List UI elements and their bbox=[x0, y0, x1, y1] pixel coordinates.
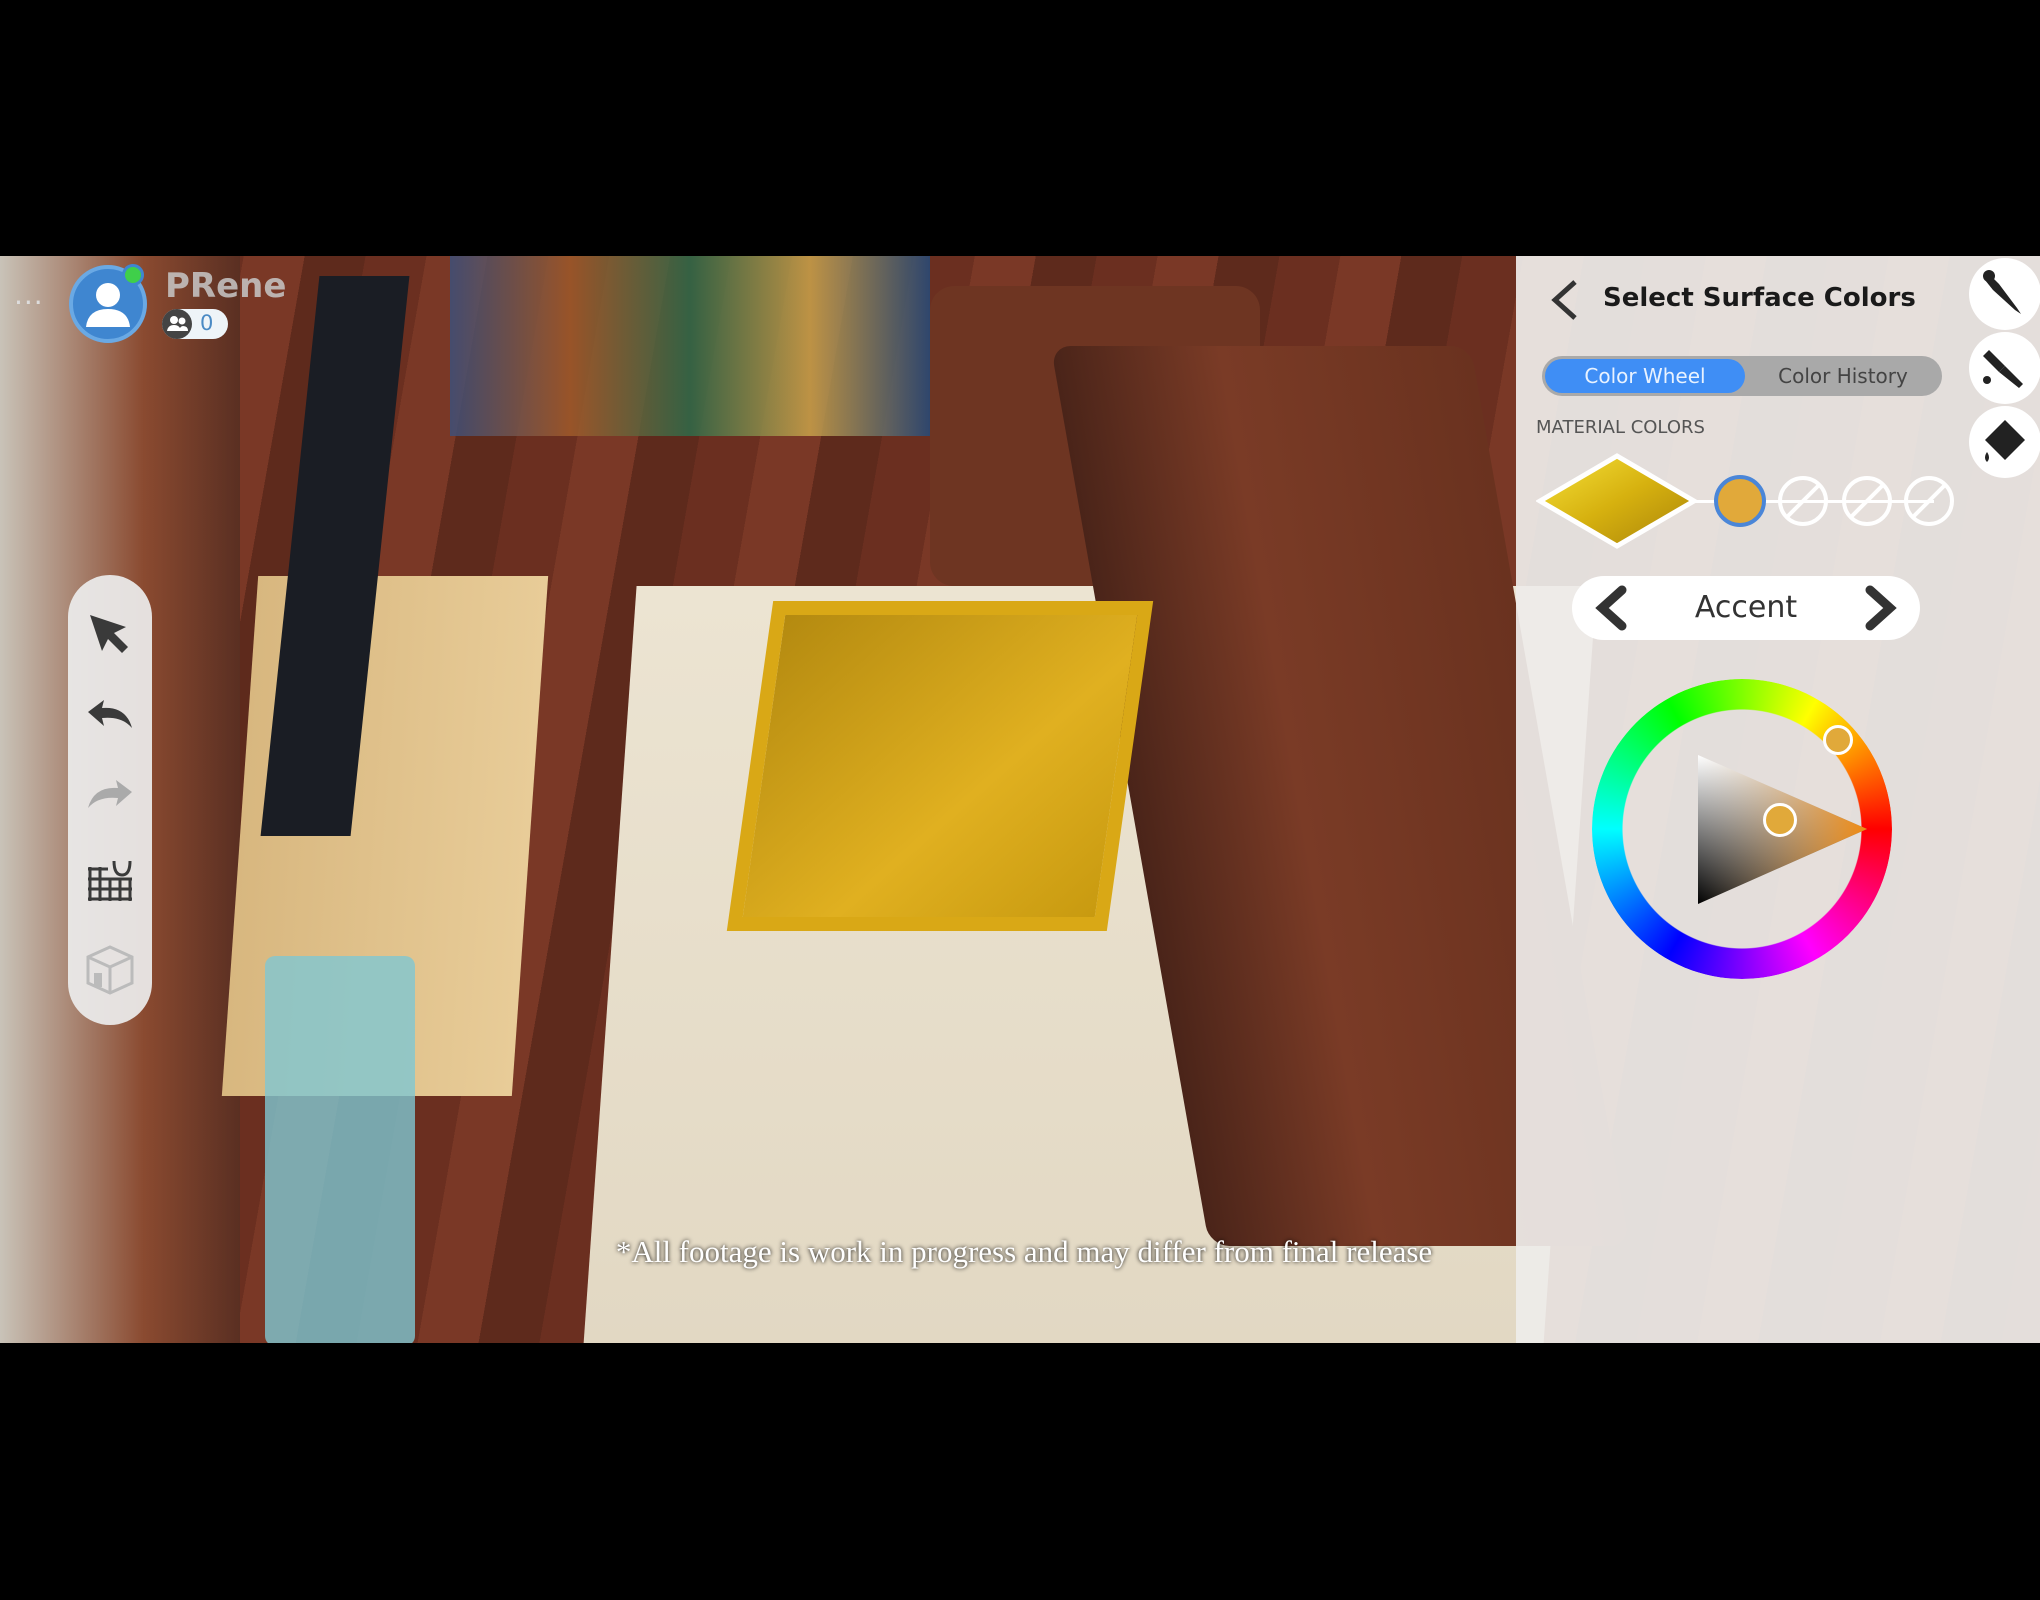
bookshelf[interactable] bbox=[450, 256, 930, 436]
friends-icon bbox=[162, 309, 192, 339]
player-name: PRene bbox=[165, 266, 287, 306]
tab-color-history[interactable]: Color History bbox=[1747, 359, 1939, 393]
empty-slot-icon[interactable] bbox=[1777, 475, 1829, 527]
hue-handle[interactable] bbox=[1823, 725, 1853, 755]
panel-title: Select Surface Colors bbox=[1603, 283, 1916, 313]
menu-button[interactable]: ... bbox=[14, 278, 44, 311]
coffee-table-selected[interactable] bbox=[726, 601, 1154, 931]
tab-color-wheel[interactable]: Color Wheel bbox=[1545, 359, 1745, 393]
empty-slot-icon[interactable] bbox=[1841, 475, 1893, 527]
back-chevron-icon[interactable] bbox=[1545, 278, 1585, 322]
paint-brush-button[interactable] bbox=[1969, 332, 2040, 404]
material-swatch[interactable] bbox=[1536, 452, 1698, 550]
material-colors-label: MATERIAL COLORS bbox=[1536, 417, 1705, 438]
grid-snap-magnet-icon[interactable] bbox=[82, 853, 138, 909]
color-mode-tabs: Color Wheel Color History bbox=[1542, 356, 1942, 396]
paint-bucket-icon bbox=[1985, 420, 2025, 462]
color-handle[interactable] bbox=[1763, 803, 1797, 837]
storage-cart[interactable] bbox=[265, 956, 415, 1343]
undo-icon[interactable] bbox=[82, 688, 138, 744]
next-chevron-icon[interactable] bbox=[1860, 584, 1900, 632]
room-cube-icon[interactable] bbox=[82, 941, 138, 997]
channel-selector: Accent bbox=[1572, 576, 1920, 640]
disclaimer-caption: *All footage is work in progress and may… bbox=[615, 1234, 1433, 1269]
select-arrow-icon[interactable] bbox=[82, 607, 138, 663]
eyedropper-button[interactable] bbox=[1969, 258, 2040, 330]
friends-badge[interactable]: 0 bbox=[162, 309, 228, 339]
build-toolbar bbox=[68, 575, 152, 1025]
eyedropper-icon bbox=[1983, 270, 2021, 314]
online-status-dot bbox=[122, 264, 144, 286]
paint-bucket-button[interactable] bbox=[1969, 406, 2040, 478]
color-slot-1-selected[interactable] bbox=[1714, 475, 1766, 527]
redo-icon[interactable] bbox=[82, 768, 138, 824]
friends-count: 0 bbox=[200, 311, 214, 335]
empty-slot-icon[interactable] bbox=[1903, 475, 1955, 527]
paint-brush-icon bbox=[1983, 350, 2023, 388]
